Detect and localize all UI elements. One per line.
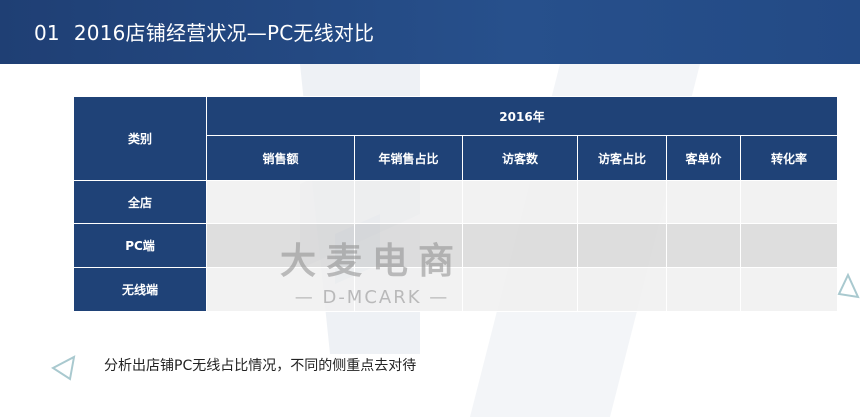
- page-title: 01 2016店铺经营状况—PC无线对比: [34, 20, 374, 46]
- comparison-table: 类别 2016年 销售额 年销售占比 访客数 访客占比 客单价 转化率 全店 P…: [73, 96, 838, 312]
- table-cell: [666, 180, 741, 224]
- table-cell: [577, 223, 667, 268]
- table-cell: [462, 267, 578, 312]
- table-row: 全店: [73, 180, 838, 224]
- table-cell: [206, 180, 355, 224]
- table-cell: [206, 223, 355, 268]
- column-header: 销售额: [206, 135, 355, 181]
- table-cell: [740, 223, 838, 268]
- table-cell: [577, 267, 667, 312]
- table-cell: [740, 180, 838, 224]
- triangle-decoration-icon: [837, 272, 860, 299]
- row-label: 全店: [73, 180, 207, 224]
- analysis-note: 分析出店铺PC无线占比情况，不同的侧重点去对待: [104, 358, 417, 374]
- table-cell: [577, 180, 667, 224]
- table-cell: [354, 180, 463, 224]
- column-header: 访客占比: [577, 135, 667, 181]
- table-row: 无线端: [73, 267, 838, 312]
- row-label: 无线端: [73, 267, 207, 312]
- triangle-bullet-icon: [51, 355, 76, 381]
- table-cell: [666, 267, 741, 312]
- table-cell: [354, 267, 463, 312]
- table-cell: [206, 267, 355, 312]
- table-cell: [354, 223, 463, 268]
- table-corner-label: 类别: [73, 96, 207, 181]
- title-bar: 01 2016店铺经营状况—PC无线对比: [0, 0, 860, 64]
- table-cell: [740, 267, 838, 312]
- column-header: 访客数: [462, 135, 578, 181]
- section-number: 01: [34, 21, 60, 45]
- table-cell: [666, 223, 741, 268]
- section-title: 2016店铺经营状况—PC无线对比: [73, 21, 375, 45]
- table-row: PC端: [73, 223, 838, 268]
- table-year-header: 2016年: [206, 96, 838, 136]
- column-header: 年销售占比: [354, 135, 463, 181]
- column-header: 客单价: [666, 135, 741, 181]
- row-label: PC端: [73, 223, 207, 268]
- table-cell: [462, 180, 578, 224]
- column-header: 转化率: [740, 135, 838, 181]
- table-cell: [462, 223, 578, 268]
